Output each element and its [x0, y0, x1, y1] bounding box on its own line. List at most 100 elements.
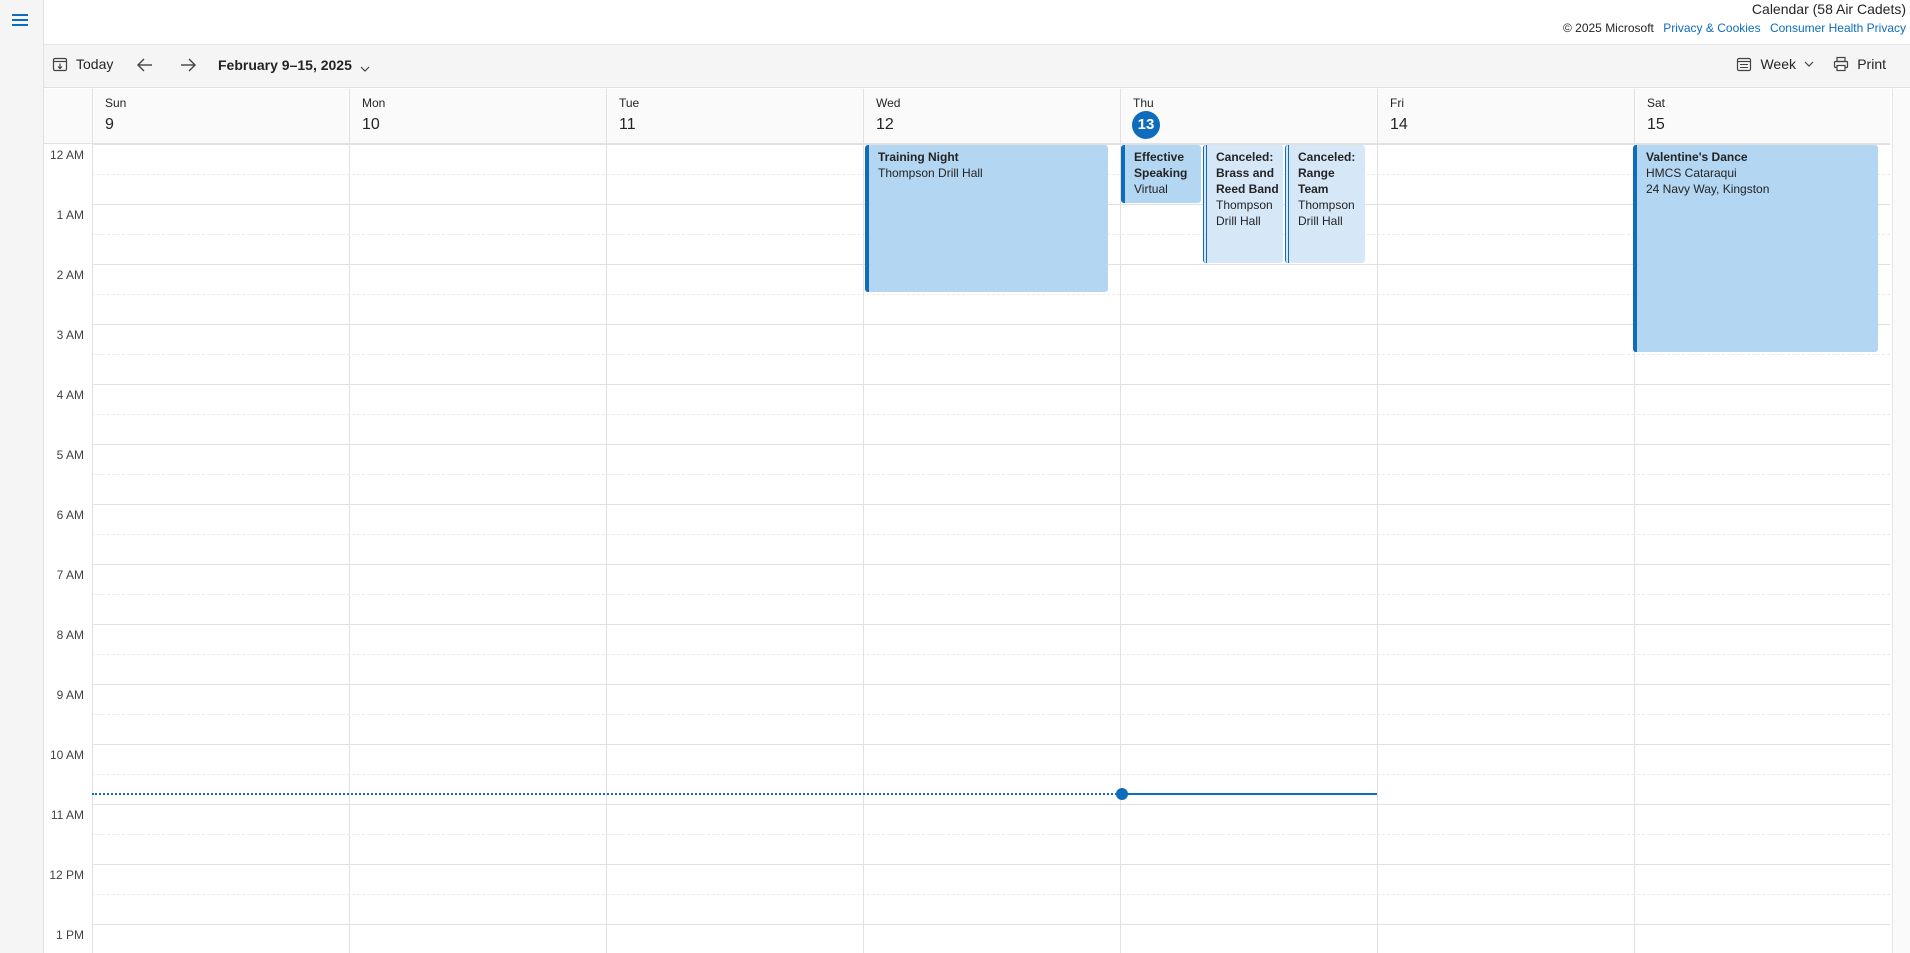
- hour-label: 3 AM: [56, 328, 84, 342]
- event-location: HMCS Cataraqui: [1646, 166, 1737, 180]
- day-name: Sat: [1647, 96, 1666, 110]
- day-name: Wed: [876, 96, 901, 110]
- day-column-divider: [863, 144, 864, 953]
- hour-gridline: [92, 744, 1890, 745]
- day-date-today: 13: [1132, 111, 1160, 139]
- current-time-dot: [1116, 788, 1128, 800]
- current-time-line-past: [92, 793, 1121, 795]
- day-header-mon[interactable]: Mon 10: [349, 89, 606, 144]
- arrow-left-icon: [137, 58, 152, 72]
- hour-gridline: [92, 804, 1890, 805]
- health-privacy-link[interactable]: Consumer Health Privacy: [1770, 21, 1906, 35]
- day-name: Sun: [105, 96, 127, 110]
- hour-label: 11 AM: [50, 808, 84, 822]
- hour-gridline: [92, 864, 1890, 865]
- chevron-down-icon: [360, 66, 370, 72]
- hour-gridline: [92, 504, 1890, 505]
- day-header-thu[interactable]: Thu 13: [1120, 89, 1377, 144]
- half-hour-gridline: [92, 414, 1890, 415]
- event-location: Virtual: [1134, 182, 1168, 196]
- event-title: Canceled: Brass and Reed Band: [1216, 150, 1279, 196]
- day-date: 12: [876, 116, 894, 133]
- view-switcher[interactable]: Week: [1736, 56, 1814, 72]
- event-location: Thompson Drill Hall: [1216, 198, 1273, 228]
- vertical-scrollbar[interactable]: [1892, 89, 1910, 953]
- event-canceled-range-team[interactable]: Canceled: Range Team Thompson Drill Hall: [1285, 145, 1365, 263]
- day-date: 10: [362, 116, 380, 133]
- day-column-divider: [1377, 144, 1378, 953]
- half-hour-gridline: [92, 594, 1890, 595]
- day-date: 14: [1390, 116, 1408, 133]
- day-headers: Sun 9 Mon 10 Tue 11 Wed 12 Thu 13 Fri 14…: [44, 89, 1890, 144]
- previous-week-button[interactable]: [136, 56, 154, 74]
- copyright-text: © 2025 Microsoft: [1562, 21, 1654, 35]
- today-button[interactable]: Today: [52, 56, 113, 72]
- hour-label: 1 AM: [56, 208, 84, 222]
- header-info: Calendar (58 Air Cadets) © 2025 Microsof…: [1563, 0, 1906, 37]
- event-title: Valentine's Dance: [1646, 150, 1748, 164]
- toolbar: Today February 9–15, 2025 Week Print: [44, 44, 1910, 88]
- event-valentines-dance[interactable]: Valentine's Dance HMCS Cataraqui 24 Navy…: [1633, 145, 1878, 352]
- hour-label: 2 AM: [56, 268, 84, 282]
- day-name: Thu: [1133, 96, 1154, 110]
- hour-label: 6 AM: [56, 508, 84, 522]
- hour-gridline: [92, 924, 1890, 925]
- day-header-wed[interactable]: Wed 12: [863, 89, 1120, 144]
- day-date: 11: [619, 116, 636, 133]
- printer-icon: [1834, 56, 1849, 72]
- half-hour-gridline: [92, 774, 1890, 775]
- half-hour-gridline: [92, 294, 1890, 295]
- hour-label: 4 AM: [56, 388, 84, 402]
- event-title: Canceled: Range Team: [1298, 150, 1356, 196]
- half-hour-gridline: [92, 834, 1890, 835]
- hour-label: 9 AM: [56, 688, 84, 702]
- half-hour-gridline: [92, 534, 1890, 535]
- day-header-sun[interactable]: Sun 9: [92, 89, 349, 144]
- hour-label: 5 AM: [56, 448, 84, 462]
- privacy-link[interactable]: Privacy & Cookies: [1663, 21, 1760, 35]
- hour-gridline: [92, 564, 1890, 565]
- current-time-line-today: [1122, 793, 1377, 795]
- day-date: 15: [1647, 116, 1665, 133]
- hour-label: 7 AM: [56, 568, 84, 582]
- event-title: Effective Speaking: [1134, 150, 1188, 180]
- print-label: Print: [1857, 56, 1886, 72]
- day-column-divider: [349, 144, 350, 953]
- day-header-tue[interactable]: Tue 11: [606, 89, 863, 144]
- hour-label: 1 PM: [55, 928, 84, 942]
- calendar-today-icon: [52, 57, 68, 72]
- event-location: Thompson Drill Hall: [878, 166, 983, 180]
- day-name: Fri: [1390, 96, 1404, 110]
- half-hour-gridline: [92, 354, 1890, 355]
- hour-gridline: [92, 384, 1890, 385]
- menu-icon[interactable]: [12, 14, 28, 28]
- hour-label: 12 PM: [49, 868, 84, 882]
- event-effective-speaking[interactable]: Effective Speaking Virtual: [1121, 145, 1201, 203]
- day-header-fri[interactable]: Fri 14: [1377, 89, 1634, 144]
- date-range-label[interactable]: February 9–15, 2025: [218, 57, 352, 73]
- day-column-divider: [92, 144, 93, 953]
- today-label: Today: [76, 56, 114, 72]
- half-hour-gridline: [92, 654, 1890, 655]
- hour-label: 12 AM: [49, 148, 84, 162]
- next-week-button[interactable]: [179, 56, 197, 74]
- event-title: Training Night: [878, 150, 959, 164]
- print-button[interactable]: Print: [1833, 56, 1886, 72]
- event-address: 24 Navy Way, Kingston: [1646, 182, 1770, 196]
- event-training-night[interactable]: Training Night Thompson Drill Hall: [865, 145, 1108, 292]
- half-hour-gridline: [92, 474, 1890, 475]
- day-name: Tue: [619, 96, 640, 110]
- half-hour-gridline: [92, 894, 1890, 895]
- date-range-dropdown[interactable]: [360, 65, 370, 73]
- app-title: Calendar (58 Air Cadets): [1751, 1, 1906, 17]
- day-date: 9: [105, 116, 114, 133]
- hour-gridline: [92, 444, 1890, 445]
- hour-gridline: [92, 684, 1890, 685]
- day-column-divider: [606, 144, 607, 953]
- footer-links: © 2025 Microsoft Privacy & Cookies Consu…: [1563, 19, 1906, 37]
- hour-gridline: [92, 324, 1890, 325]
- hour-label: 10 AM: [49, 748, 84, 762]
- event-canceled-brass-band[interactable]: Canceled: Brass and Reed Band Thompson D…: [1203, 145, 1283, 263]
- time-grid[interactable]: 12 AM 1 AM 2 AM 3 AM 4 AM 5 AM 6 AM 7 AM…: [44, 144, 1890, 953]
- day-header-sat[interactable]: Sat 15: [1634, 89, 1890, 144]
